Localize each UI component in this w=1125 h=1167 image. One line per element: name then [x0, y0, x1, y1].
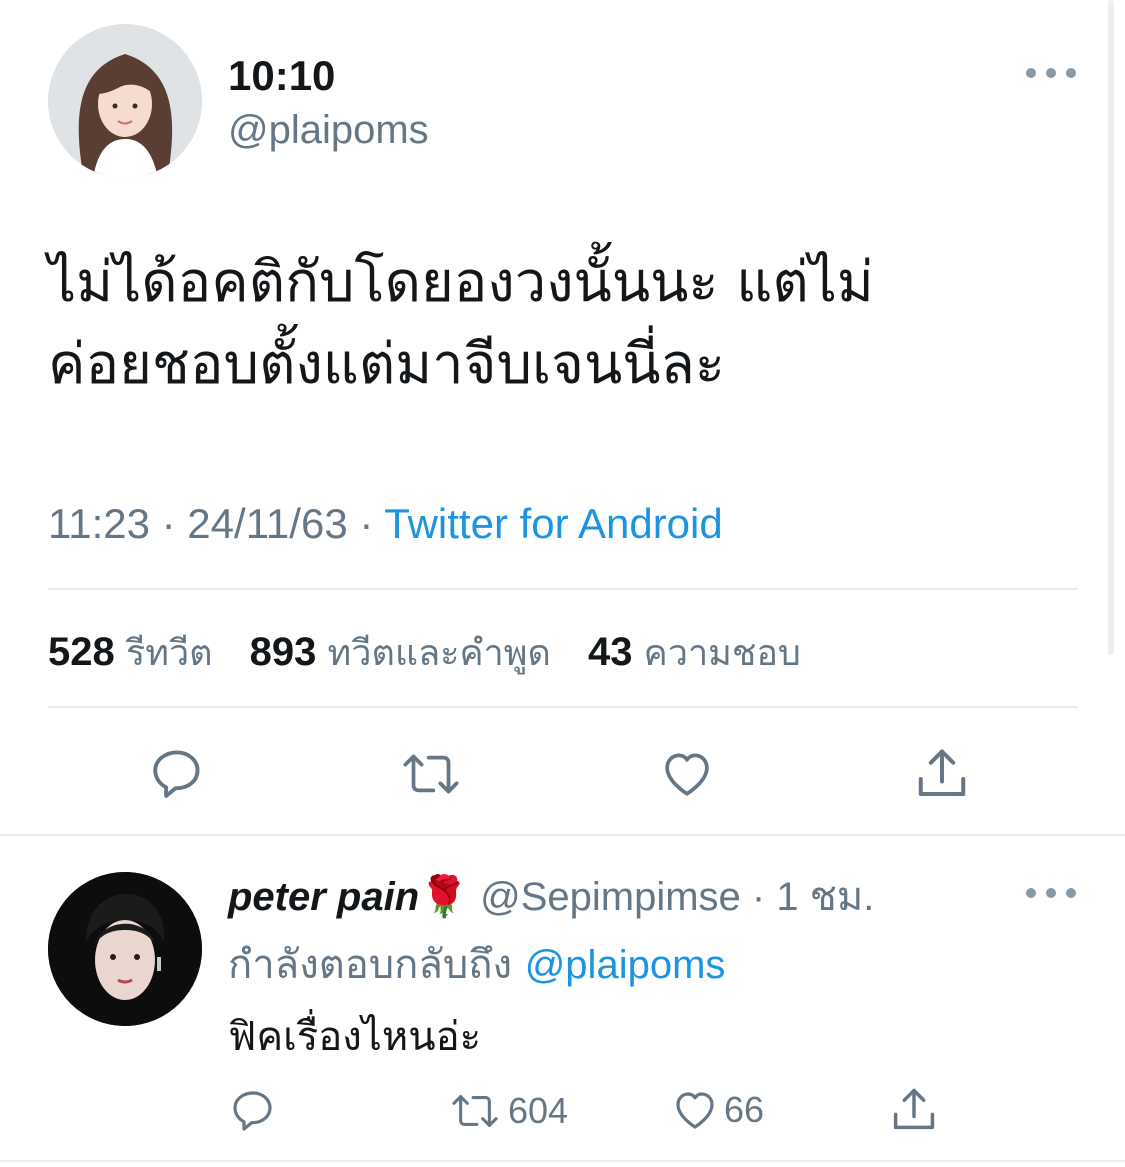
- reply-handle-time[interactable]: @Sepimpimse · 1 ชม.: [469, 875, 874, 919]
- reply-display-name[interactable]: peter pain: [228, 875, 419, 919]
- more-icon[interactable]: [1026, 60, 1076, 86]
- retweets-label: รีทวีต: [125, 633, 213, 674]
- reply-like-button[interactable]: 66: [670, 1086, 764, 1134]
- share-icon[interactable]: [912, 744, 972, 804]
- retweets-count: 528: [48, 630, 115, 674]
- quotes-count: 893: [249, 630, 317, 674]
- replying-to-label: กำลังตอบกลับถึง: [228, 942, 525, 988]
- tweet-meta: 11:23 · 24/11/63 · Twitter for Android: [48, 500, 723, 548]
- author-handle[interactable]: @plaipoms: [228, 108, 429, 153]
- more-dot: [1066, 68, 1076, 78]
- replying-to: กำลังตอบกลับถึง @plaipoms: [228, 932, 725, 996]
- more-dot: [1026, 888, 1036, 898]
- heart-icon: [676, 1092, 714, 1129]
- share-icon: [893, 1088, 935, 1130]
- tweet-timestamp: 11:23 · 24/11/63 ·: [48, 500, 385, 547]
- likes-label: ความชอบ: [643, 633, 801, 674]
- more-dot: [1046, 68, 1056, 78]
- reply-like-count: 66: [724, 1089, 765, 1130]
- quotes-label: ทวีตและคำพูด: [327, 633, 551, 674]
- retweet-icon[interactable]: [398, 746, 464, 802]
- reply-retweet-count: 604: [508, 1090, 569, 1131]
- reply-retweet-button[interactable]: 604: [446, 1088, 568, 1134]
- section-divider: [0, 834, 1125, 836]
- author-avatar[interactable]: [48, 24, 202, 178]
- more-dot: [1046, 888, 1056, 898]
- section-divider: [0, 1160, 1125, 1162]
- more-icon[interactable]: [1026, 880, 1076, 906]
- likes-count: 43: [588, 630, 633, 674]
- tweet-source-link[interactable]: Twitter for Android: [384, 500, 722, 547]
- reply-share-button[interactable]: [888, 1084, 944, 1136]
- retweet-icon: [452, 1095, 498, 1127]
- tweet-text-line: ค่อยชอบตั้งแต่มาจีบเจนนี่ละ: [48, 332, 725, 397]
- divider: [48, 706, 1078, 708]
- reply-reply-button[interactable]: [228, 1086, 282, 1134]
- reply-icon: [233, 1091, 272, 1131]
- quotes-stat[interactable]: 893 ทวีตและคำพูด: [250, 630, 551, 674]
- tweet-text-line: ไม่ได้อคติกับโดยองวงนั้นนะ แต่ไม่: [48, 250, 874, 315]
- rose-emoji: 🌹: [419, 875, 469, 919]
- more-dot: [1026, 68, 1036, 78]
- more-dot: [1066, 888, 1076, 898]
- reply-header: peter pain🌹 @Sepimpimse · 1 ชม.: [228, 864, 874, 928]
- retweets-stat[interactable]: 528 รีทวีต: [48, 630, 213, 674]
- reply-author-avatar[interactable]: [48, 872, 202, 1026]
- divider: [48, 588, 1078, 590]
- tweet-text: ไม่ได้อคติกับโดยองวงนั้นนะ แต่ไม่ ค่อยชอ…: [48, 242, 1028, 406]
- reply-text: ฟิคเรื่องไหนอ่ะ: [228, 1014, 482, 1060]
- replying-to-mention[interactable]: @plaipoms: [525, 943, 726, 987]
- reply-icon[interactable]: [148, 744, 206, 802]
- scrollbar[interactable]: [1108, 0, 1114, 655]
- tweet-detail-page: 10:10 @plaipoms ไม่ได้อคติกับโดยองวงนั้น…: [0, 0, 1125, 1167]
- heart-icon[interactable]: [658, 746, 716, 802]
- author-display-name[interactable]: 10:10: [228, 52, 335, 100]
- tweet-stats: 528 รีทวีต 893 ทวีตและคำพูด 43 ความชอบ: [48, 624, 827, 681]
- likes-stat[interactable]: 43 ความชอบ: [588, 630, 801, 674]
